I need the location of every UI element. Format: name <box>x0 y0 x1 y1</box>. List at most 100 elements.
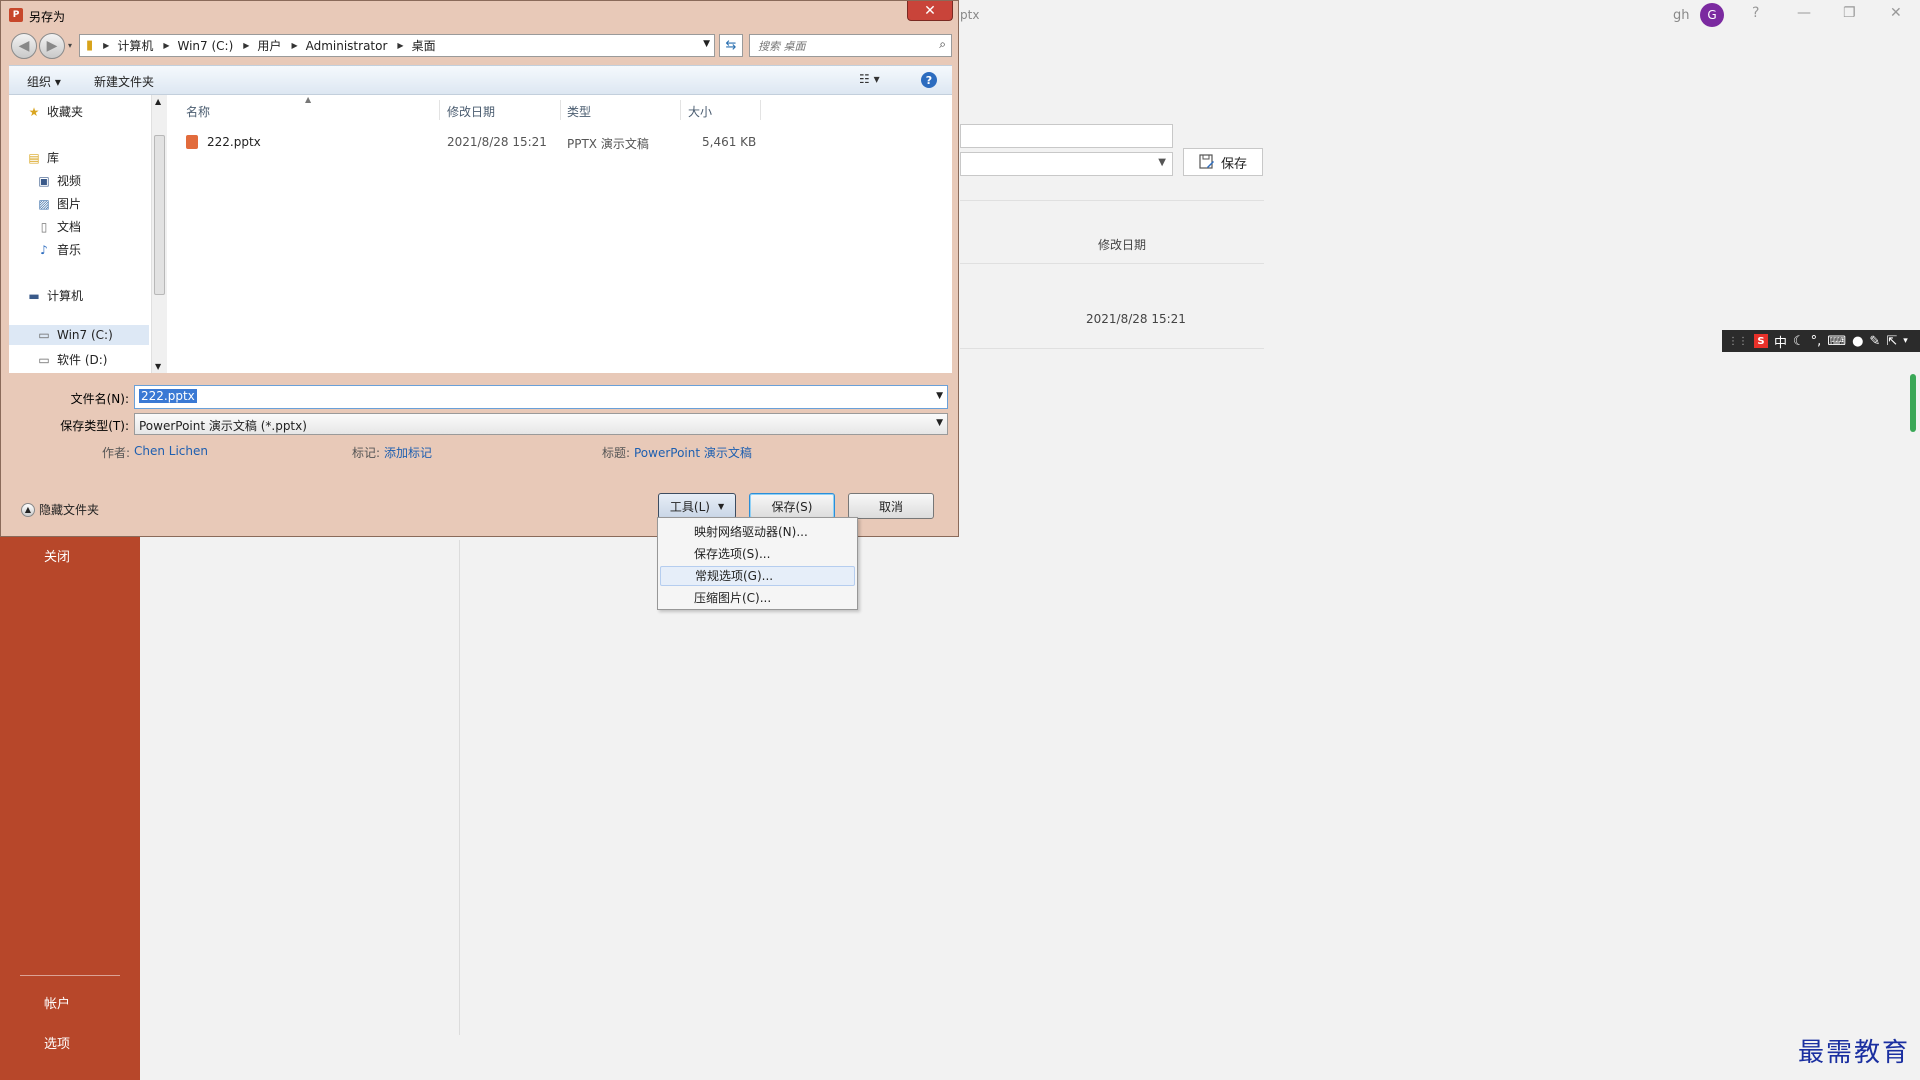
column-name[interactable]: 名称 <box>186 103 210 120</box>
breadcrumb-desktop[interactable]: 桌面 <box>412 37 436 54</box>
ime-logo-icon[interactable]: S <box>1754 334 1768 348</box>
column-modified[interactable]: 修改日期 <box>447 103 495 120</box>
music-icon: ♪ <box>40 242 48 257</box>
nav-item-libraries[interactable]: ▤ 库 <box>27 149 59 166</box>
punctuation-icon[interactable]: °, <box>1811 334 1822 349</box>
author-value[interactable]: Chen Lichen <box>134 444 208 458</box>
nav-account[interactable]: 帐户 <box>20 993 120 1012</box>
nav-item-pictures[interactable]: ▨ 图片 <box>37 195 81 212</box>
breadcrumb-computer[interactable]: 计算机 <box>117 37 153 54</box>
chevron-down-icon[interactable]: ▼ <box>703 39 710 49</box>
menu-item-compress-pictures[interactable]: 压缩图片(C)... <box>660 588 855 608</box>
close-icon[interactable]: ✕ <box>907 1 953 21</box>
save-button[interactable]: 保存(S) <box>749 493 835 519</box>
nav-item-drive-c[interactable]: ▭ Win7 (C:) <box>37 328 112 342</box>
scroll-up-icon[interactable]: ▲ <box>155 97 161 106</box>
filename-input[interactable]: 222.pptx ▼ <box>134 385 948 409</box>
file-modified-date: 2021/8/28 15:21 <box>1086 312 1186 326</box>
ime-toolbar[interactable]: ⋮⋮ S 中 ☾ °, ⌨ ● ✎ ⇱ ▾ <box>1722 330 1920 352</box>
nav-item-videos[interactable]: ▣ 视频 <box>37 172 81 189</box>
avatar[interactable]: G <box>1700 3 1724 27</box>
column-type[interactable]: 类型 <box>567 103 591 120</box>
new-folder-button[interactable]: 新建文件夹 <box>94 73 154 90</box>
expand-icon[interactable]: ⇱ <box>1886 334 1897 349</box>
scroll-indicator[interactable] <box>1910 374 1916 432</box>
dialog-titlebar[interactable] <box>1 1 958 29</box>
minimize-icon[interactable]: — <box>1797 5 1811 21</box>
backstage-filename-input[interactable] <box>960 124 1173 148</box>
menu-item-general-options[interactable]: 常规选项(G)... <box>660 566 855 586</box>
chevron-right-icon[interactable]: ▶ <box>163 41 169 50</box>
chevron-down-icon: ▼ <box>717 501 725 511</box>
refresh-button[interactable]: ⇆ <box>719 34 743 57</box>
nav-separator <box>20 975 120 976</box>
search-icon[interactable]: ⌕ <box>939 37 946 52</box>
chevron-down-icon[interactable]: ▼ <box>936 391 943 401</box>
menu-item-save-options[interactable]: 保存选项(S)... <box>660 544 855 564</box>
column-divider[interactable] <box>680 100 681 120</box>
address-bar[interactable]: ▮ ▶ 计算机 ▶ Win7 (C:) ▶ 用户 ▶ Administrator… <box>79 34 715 57</box>
view-options-icon[interactable]: ☷ ▾ <box>859 72 880 86</box>
recent-locations-icon[interactable]: ▾ <box>68 41 72 50</box>
breadcrumb-administrator[interactable]: Administrator <box>306 39 388 53</box>
filename-value[interactable]: 222.pptx <box>139 389 197 403</box>
chevron-right-icon[interactable]: ▶ <box>243 41 249 50</box>
restore-icon[interactable]: ❐ <box>1843 5 1856 21</box>
nav-label: 图片 <box>57 197 82 211</box>
nav-options[interactable]: 选项 <box>20 1033 120 1052</box>
backstage-filetype-select[interactable]: ▼ <box>960 152 1173 176</box>
search-box[interactable]: ⌕ <box>749 34 952 57</box>
nav-label: 视频 <box>57 174 82 188</box>
wrench-icon[interactable]: ✎ <box>1869 334 1880 349</box>
scroll-thumb[interactable] <box>154 135 165 295</box>
breadcrumb-users[interactable]: 用户 <box>257 37 281 54</box>
keyboard-icon[interactable]: ⌨ <box>1827 334 1846 349</box>
picture-icon: ▨ <box>38 196 50 211</box>
ime-mode[interactable]: 中 <box>1774 332 1787 351</box>
search-input[interactable] <box>756 37 930 55</box>
close-window-icon[interactable]: ✕ <box>1890 5 1902 21</box>
nav-item-drive-d[interactable]: ▭ 软件 (D:) <box>37 351 107 368</box>
column-modified[interactable]: 修改日期 <box>1098 236 1146 253</box>
breadcrumb-drive-c[interactable]: Win7 (C:) <box>177 39 233 53</box>
nav-item-music[interactable]: ♪ 音乐 <box>37 241 81 258</box>
menu-item-map-network-drive[interactable]: 映射网络驱动器(N)... <box>660 522 855 542</box>
help-icon[interactable]: ? <box>1752 5 1759 21</box>
user-icon[interactable]: ● <box>1852 334 1863 349</box>
column-divider[interactable] <box>560 100 561 120</box>
user-name[interactable]: gh <box>1673 8 1690 23</box>
nav-close[interactable]: 关闭 <box>20 546 120 565</box>
file-name[interactable]: 222.pptx <box>207 135 261 149</box>
chevron-down-icon[interactable]: ▼ <box>936 418 943 428</box>
chevron-down-icon[interactable]: ▾ <box>1903 336 1908 346</box>
forward-button[interactable]: ▶ <box>39 33 65 59</box>
cancel-button[interactable]: 取消 <box>848 493 934 519</box>
column-size[interactable]: 大小 <box>688 103 712 120</box>
help-icon[interactable]: ? <box>921 72 937 88</box>
scroll-down-icon[interactable]: ▼ <box>155 362 161 371</box>
hide-folders-toggle[interactable]: ▲ 隐藏文件夹 <box>21 501 99 518</box>
tools-button[interactable]: 工具(L) ▼ <box>658 493 736 519</box>
nav-item-documents[interactable]: ▯ 文档 <box>37 218 81 235</box>
chevron-right-icon[interactable]: ▶ <box>397 41 403 50</box>
nav-item-favorites[interactable]: ★ 收藏夹 <box>27 103 83 120</box>
nav-label: 文档 <box>57 220 82 234</box>
organize-button[interactable]: 组织 ▾ <box>27 73 61 90</box>
tags-value[interactable]: 添加标记 <box>384 444 432 461</box>
nav-label: 音乐 <box>57 243 82 257</box>
nav-label: 收藏夹 <box>47 105 84 119</box>
filetype-select[interactable]: PowerPoint 演示文稿 (*.pptx) ▼ <box>134 413 948 435</box>
column-divider[interactable] <box>439 100 440 120</box>
refresh-icon: ⇆ <box>725 38 737 53</box>
title-value[interactable]: PowerPoint 演示文稿 <box>634 444 752 461</box>
column-divider[interactable] <box>760 100 761 120</box>
document-icon: ▯ <box>40 219 48 234</box>
backstage-save-button[interactable]: 保存 <box>1183 148 1263 176</box>
chevron-right-icon[interactable]: ▶ <box>291 41 297 50</box>
moon-icon[interactable]: ☾ <box>1793 334 1805 349</box>
chevron-right-icon[interactable]: ▶ <box>103 41 109 50</box>
nav-item-computer[interactable]: ▬ 计算机 <box>27 287 83 304</box>
nav-scrollbar[interactable]: ▲ ▼ <box>151 95 167 373</box>
document-title: ptx <box>960 8 980 22</box>
back-button[interactable]: ◀ <box>11 33 37 59</box>
